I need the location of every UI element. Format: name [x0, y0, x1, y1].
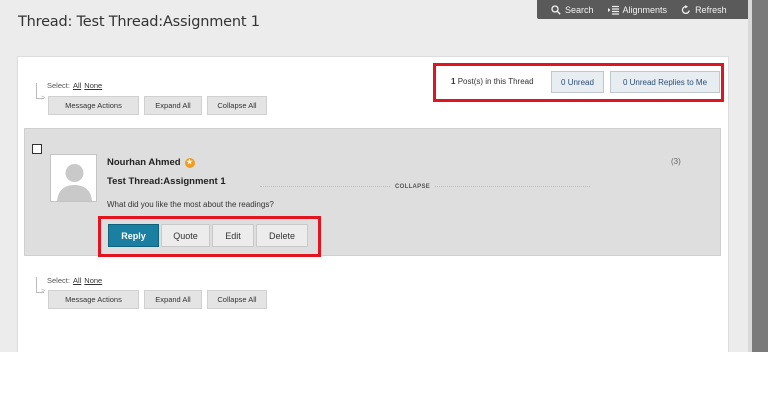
- select-label-bottom: Select:: [47, 276, 70, 285]
- collapse-all-button-bottom[interactable]: Collapse All: [207, 290, 267, 309]
- bracket-arrow-icon: >: [41, 95, 46, 102]
- post-body: What did you like the most about the rea…: [107, 200, 274, 209]
- select-all-link[interactable]: All: [73, 81, 81, 90]
- post-count-summary: 1 Post(s) in this Thread: [451, 77, 534, 86]
- refresh-icon: [681, 4, 690, 14]
- post-author[interactable]: Nourhan Ahmed ★: [107, 157, 195, 168]
- select-controls-bottom: Select: All None: [47, 276, 102, 285]
- post-subject: Test Thread:Assignment 1: [107, 176, 226, 187]
- search-icon: [551, 4, 561, 15]
- top-toolbar: Search Alignments Refresh: [537, 0, 751, 19]
- select-all-link-bottom[interactable]: All: [73, 276, 81, 285]
- alignments-label: Alignments: [622, 4, 668, 15]
- role-badge-icon: ★: [184, 157, 195, 168]
- alignments-icon: [607, 5, 619, 15]
- vertical-scrollbar[interactable]: [752, 0, 768, 352]
- refresh-label: Refresh: [695, 4, 727, 15]
- quote-button[interactable]: Quote: [161, 224, 210, 247]
- refresh-button[interactable]: Refresh: [681, 4, 727, 15]
- reply-button[interactable]: Reply: [108, 224, 159, 247]
- avatar: [50, 154, 97, 202]
- reply-count: (3): [671, 157, 681, 166]
- search-button[interactable]: Search: [551, 5, 594, 15]
- collapse-link[interactable]: COLLAPSE: [391, 184, 435, 190]
- expand-all-button[interactable]: Expand All: [144, 96, 202, 115]
- edit-button[interactable]: Edit: [212, 224, 254, 247]
- search-label: Search: [565, 4, 594, 15]
- post-count-number: 1: [451, 77, 456, 86]
- message-actions-button[interactable]: Message Actions: [48, 96, 139, 115]
- bracket-arrow-icon-bottom: >: [41, 288, 46, 295]
- message-actions-button-bottom[interactable]: Message Actions: [48, 290, 139, 309]
- unread-filter-button[interactable]: 0 Unread: [551, 71, 604, 93]
- post-count-label: Post(s) in this Thread: [457, 77, 534, 86]
- select-controls-top: Select: All None: [47, 81, 102, 90]
- unread-replies-filter-button[interactable]: 0 Unread Replies to Me: [610, 71, 720, 93]
- select-none-link-bottom[interactable]: None: [84, 276, 102, 285]
- user-silhouette-icon: [51, 155, 96, 201]
- collapse-all-button[interactable]: Collapse All: [207, 96, 267, 115]
- post-select-checkbox[interactable]: [32, 144, 42, 154]
- alignments-button[interactable]: Alignments: [607, 4, 668, 15]
- author-name: Nourhan Ahmed: [107, 157, 181, 168]
- delete-button[interactable]: Delete: [256, 224, 308, 247]
- select-label: Select:: [47, 81, 70, 90]
- page-background: Search Alignments Refresh Thread: Test T…: [0, 0, 768, 352]
- expand-all-button-bottom[interactable]: Expand All: [144, 290, 202, 309]
- select-none-link[interactable]: None: [84, 81, 102, 90]
- page-title: Thread: Test Thread:Assignment 1: [18, 14, 260, 30]
